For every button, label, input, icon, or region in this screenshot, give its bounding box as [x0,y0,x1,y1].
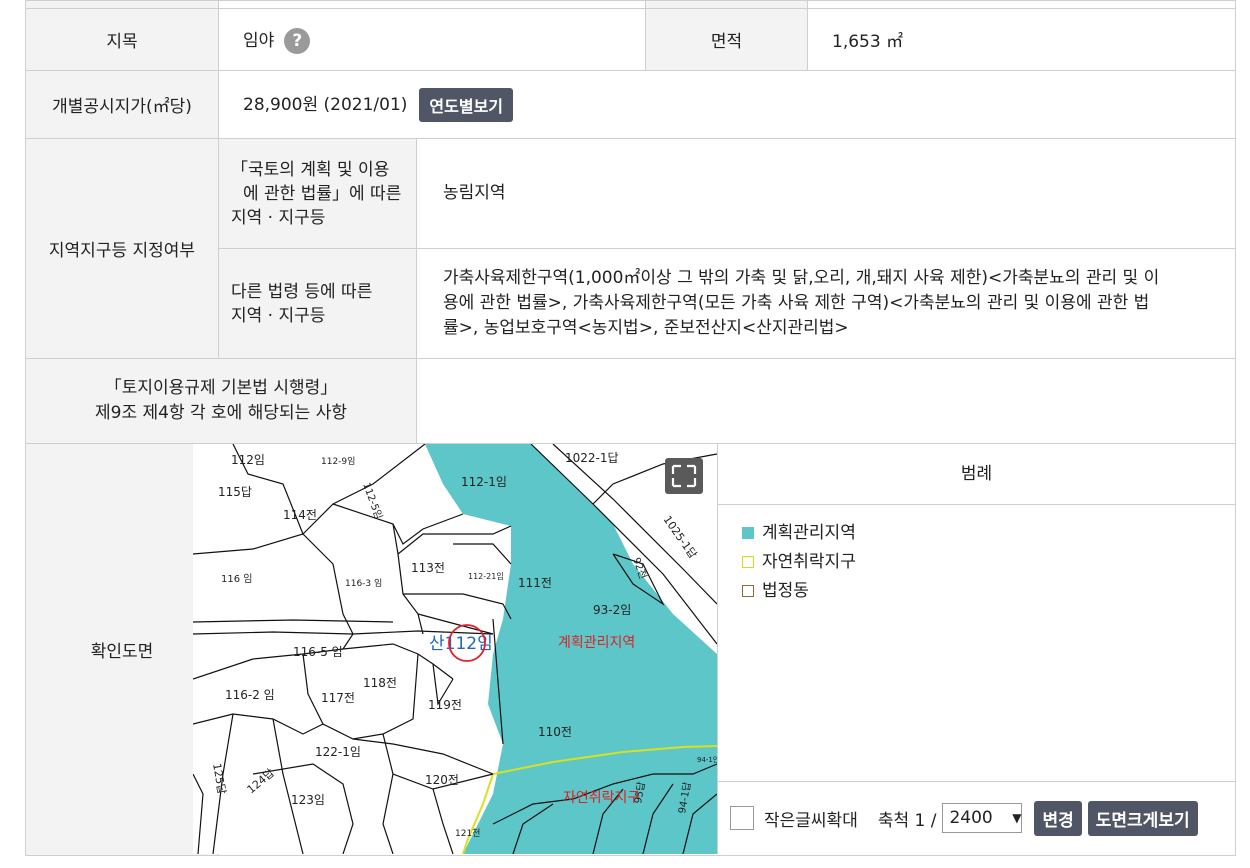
top-spacer-row [25,0,1236,9]
svg-text:110전: 110전 [538,725,572,739]
svg-text:123임: 123임 [291,793,325,807]
change-scale-button[interactable]: 변경 [1034,800,1082,836]
map-view[interactable]: 112임 112-9임 115답 114전 112-5임 112-1임 1022… [193,444,717,854]
area-value: 1,653 ㎡ [807,8,1236,71]
map-controls: 작은글씨확대 축척 1 / 2400 ▼ 변경 도면크게보기 [718,781,1235,854]
legend-title: 범례 [718,444,1235,505]
svg-text:1025-1답: 1025-1답 [661,513,700,561]
decree-value [416,358,1236,444]
other-law-label: 다른 법령 등에 따른 지역 · 지구등 [218,248,417,359]
svg-text:113전: 113전 [411,561,445,575]
help-icon[interactable]: ? [284,27,311,54]
jimok-label: 지목 [25,8,219,71]
svg-text:112-1임: 112-1임 [461,475,507,489]
legend-list: 계획관리지역 자연취락지구 법정동 [718,505,1235,620]
price-row: 개별공시지가(㎡당) 28,900원 (2021/01) 연도별보기 [25,70,1236,139]
yearly-view-button[interactable]: 연도별보기 [419,87,514,122]
svg-text:119전: 119전 [428,698,462,712]
svg-text:115답: 115답 [218,485,252,499]
map-row: 확인도면 112임 112-9임 115답 114전 112-5임 112-1임… [25,443,1236,856]
legend-item-settlement: 자연취락지구 [742,548,1211,577]
chevron-down-icon: ▼ [1012,811,1022,825]
zoning-law-value: 농림지역 [416,138,1236,249]
svg-text:120전: 120전 [425,773,459,787]
svg-text:114전: 114전 [283,508,317,522]
price-value: 28,900원 (2021/01) [243,94,408,115]
zoning-row-1: 지역지구등 지정여부 「국토의 계획 및 이용 에 관한 법률」에 따른 지역 … [25,138,1236,359]
jimok-value: 임야 [243,30,275,51]
jimok-value-cell: 임야? [218,8,646,71]
decree-label: 「토지이용규제 기본법 시행령」 제9조 제4항 각 호에 해당되는 사항 [25,358,417,444]
fullscreen-icon[interactable] [665,458,703,494]
small-text-enlarge-checkbox[interactable] [730,806,754,830]
price-label: 개별공시지가(㎡당) [25,70,219,139]
scale-label: 축척 1 / [877,810,937,831]
svg-text:125답: 125답 [210,762,228,795]
zoning-label: 지역지구등 지정여부 [25,138,219,359]
legend-swatch-outline-icon [742,585,754,597]
svg-text:94-1인: 94-1인 [697,755,717,764]
svg-text:93-2임: 93-2임 [593,603,631,617]
area-label: 면적 [645,8,808,71]
svg-text:1022-1답: 1022-1답 [565,451,619,465]
zone-label-settlement: 자연취락지구 [563,790,640,806]
svg-text:124답: 124답 [245,766,277,796]
small-text-enlarge-label: 작은글씨확대 [764,810,858,831]
enlarge-map-button[interactable]: 도면크게보기 [1087,800,1198,836]
jimok-row: 지목 임야? 면적 1,653 ㎡ [25,8,1236,71]
svg-text:117전: 117전 [321,691,355,705]
legend-item-dong: 법정동 [742,577,1211,606]
legend-item-planning: 계획관리지역 [742,519,1211,548]
svg-text:116-2 임: 116-2 임 [225,688,275,702]
svg-text:116-5 임: 116-5 임 [293,645,343,659]
decree-row: 「토지이용규제 기본법 시행령」 제9조 제4항 각 호에 해당되는 사항 [25,358,1236,444]
zone-label-planning: 계획관리지역 [558,635,635,651]
other-law-value: 가축사육제한구역(1,000㎡이상 그 밖의 가축 및 닭,오리, 개,돼지 사… [416,248,1236,359]
legend-swatch-filled-icon [742,527,754,539]
price-value-cell: 28,900원 (2021/01) 연도별보기 [218,70,1236,139]
cadastral-map[interactable]: 112임 112-9임 115답 114전 112-5임 112-1임 1022… [193,444,717,854]
scale-select[interactable]: 2400 ▼ [942,803,1023,833]
land-info-table: 지목 임야? 면적 1,653 ㎡ 개별공시지가(㎡당) 28,900원 (20… [25,0,1236,856]
zoning-law-label: 「국토의 계획 및 이용 에 관한 법률」에 따른 지역 · 지구등 [218,138,417,249]
svg-text:112임: 112임 [231,453,265,467]
legend-swatch-outline-icon [742,556,754,568]
svg-text:116 임: 116 임 [221,572,252,585]
svg-text:122-1임: 122-1임 [315,745,361,759]
svg-text:121천: 121천 [455,828,480,839]
svg-text:111전: 111전 [518,576,552,590]
map-label: 확인도면 [25,443,219,856]
svg-text:112-21임: 112-21임 [468,572,504,581]
svg-text:118전: 118전 [363,676,397,690]
legend-panel: 범례 계획관리지역 자연취락지구 법정동 작은글씨확대 축척 1 / 2400 ▼… [717,444,1235,854]
svg-text:112-9임: 112-9임 [321,455,355,467]
svg-text:116-3 임: 116-3 임 [345,577,382,589]
land-info-panel: 지목 임야? 면적 1,653 ㎡ 개별공시지가(㎡당) 28,900원 (20… [25,0,1236,856]
